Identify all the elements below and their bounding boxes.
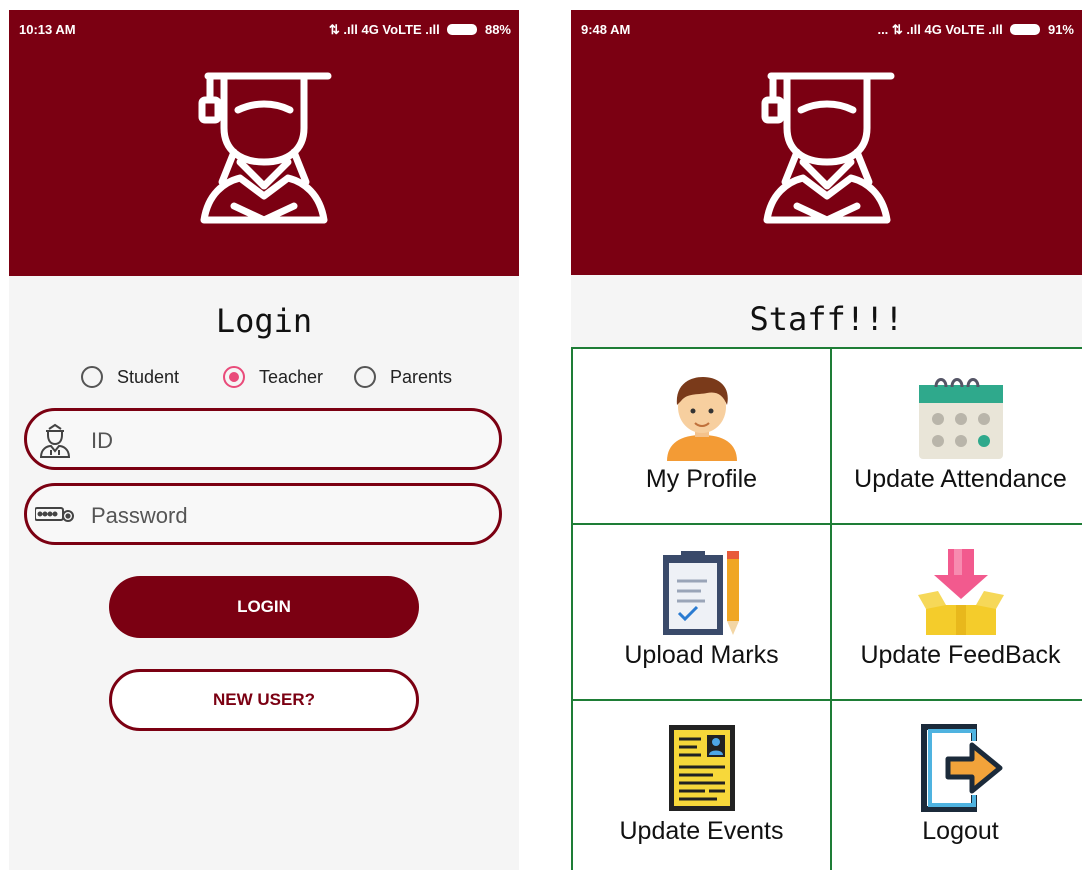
login-header: 10:13 AM ⇅ .ıll 4G VoLTE .ıll 88%	[9, 10, 519, 276]
password-field[interactable]: Password	[24, 483, 502, 545]
signal-indicators: ... ⇅ .ıll 4G VoLTE .ıll	[877, 22, 1003, 37]
id-field[interactable]: ID	[24, 408, 502, 470]
profile-avatar-icon	[666, 377, 737, 461]
graduate-icon	[198, 72, 332, 224]
status-time: 10:13 AM	[19, 22, 76, 37]
clipboard-pencil-icon	[662, 551, 739, 635]
password-key-icon	[35, 507, 74, 522]
radio-checked-icon	[223, 366, 245, 388]
status-bar: 9:48 AM ... ⇅ .ıll 4G VoLTE .ıll 91%	[581, 22, 1074, 42]
graduate-icon	[761, 72, 894, 224]
radio-circle-icon	[81, 366, 103, 388]
new-user-button[interactable]: NEW USER?	[109, 669, 419, 731]
menu-item-update-events[interactable]: Update Events	[571, 699, 832, 870]
login-button[interactable]: LOGIN	[109, 576, 419, 638]
menu-item-logout[interactable]: Logout	[830, 699, 1082, 870]
status-indicators: ... ⇅ .ıll 4G VoLTE .ıll 91%	[877, 22, 1074, 38]
role-label: Parents	[390, 367, 453, 387]
staff-menu-grid: My Profile Update Attendance Upload Mark…	[571, 347, 1082, 870]
status-indicators: ⇅ .ıll 4G VoLTE .ıll 88%	[329, 22, 511, 38]
signal-indicators: ⇅ .ıll 4G VoLTE .ıll	[328, 22, 440, 37]
id-placeholder: ID	[91, 428, 113, 453]
menu-item-update-attendance[interactable]: Update Attendance	[830, 347, 1082, 525]
menu-item-label: Update Events	[619, 817, 784, 845]
menu-item-label: Logout	[922, 817, 999, 845]
feedback-box-icon	[917, 549, 1004, 635]
status-bar: 10:13 AM ⇅ .ıll 4G VoLTE .ıll 88%	[19, 22, 511, 42]
menu-item-label: Update Attendance	[854, 465, 1067, 493]
logout-icon	[920, 724, 1002, 812]
role-selector: Student Teacher Parents	[9, 366, 519, 392]
menu-item-label: Update FeedBack	[860, 641, 1061, 669]
page-title: Staff!!!	[749, 300, 904, 338]
menu-item-my-profile[interactable]: My Profile	[571, 347, 832, 525]
menu-item-update-feedback[interactable]: Update FeedBack	[830, 523, 1082, 701]
calendar-icon	[918, 378, 1003, 459]
password-placeholder: Password	[91, 503, 188, 528]
menu-item-label: Upload Marks	[624, 641, 779, 669]
role-label: Student	[117, 367, 180, 387]
page-title: Login	[215, 302, 313, 340]
battery-icon	[1010, 24, 1041, 35]
radio-circle-icon	[354, 366, 376, 388]
staff-screen: 9:48 AM ... ⇅ .ıll 4G VoLTE .ıll 91% Sta…	[571, 10, 1082, 870]
staff-header: 9:48 AM ... ⇅ .ıll 4G VoLTE .ıll 91%	[571, 10, 1082, 275]
battery-level: 91%	[1047, 22, 1074, 37]
menu-item-upload-marks[interactable]: Upload Marks	[571, 523, 832, 701]
status-time: 9:48 AM	[581, 22, 631, 37]
user-icon	[39, 423, 71, 458]
events-document-icon	[668, 725, 735, 811]
role-label: Teacher	[259, 367, 324, 387]
battery-level: 88%	[484, 22, 511, 37]
battery-icon	[447, 24, 478, 35]
login-screen: 10:13 AM ⇅ .ıll 4G VoLTE .ıll 88% Login …	[9, 10, 519, 870]
menu-item-label: My Profile	[645, 465, 758, 493]
